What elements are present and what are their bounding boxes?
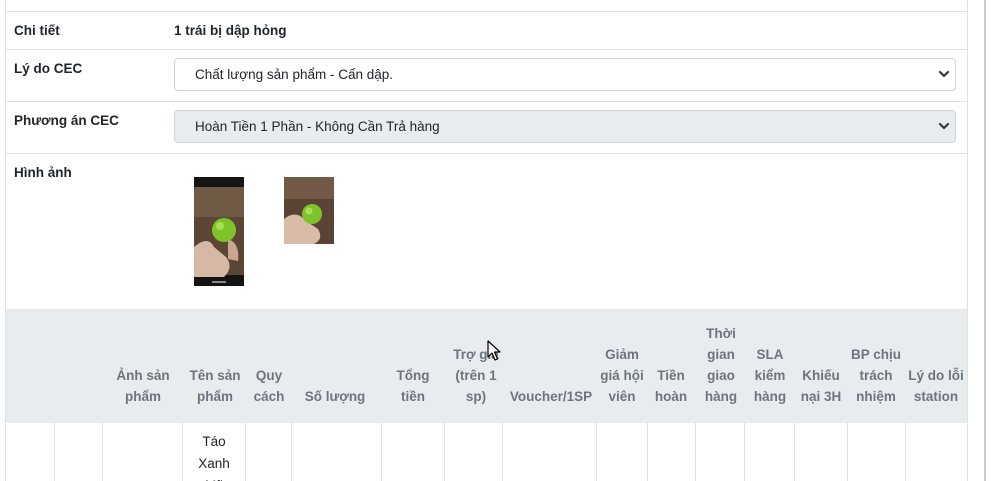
column-divider [847, 423, 848, 481]
col-header-product-name: Tên sản phẩm [189, 368, 241, 404]
reason-label: Lý do CEC [14, 61, 83, 76]
mouse-cursor-icon [487, 340, 501, 361]
column-divider [291, 423, 292, 481]
detail-label: Chi tiết [14, 23, 60, 38]
product-photo-1[interactable] [194, 177, 244, 286]
col-header-voucher: Voucher/1SP [509, 389, 593, 404]
col-header-sla-check: SLA kiểm hàng [753, 347, 787, 404]
page-scrollbar[interactable] [984, 0, 986, 481]
solution-select[interactable]: Hoàn Tiền 1 Phần - Không Cần Trả hàng [174, 110, 956, 143]
photo-apple-image [284, 177, 334, 244]
solution-row: Phương án CEC Hoàn Tiền 1 Phần - Không C… [6, 101, 967, 154]
photo-apple-image [194, 177, 244, 286]
column-divider [695, 423, 696, 481]
images-row: Hình ảnh [6, 153, 967, 309]
table-row-product-name: Táo Xanh Mỹ [198, 434, 230, 481]
reason-row: Lý do CEC Chất lượng sản phẩm - Cấn dập. [6, 49, 967, 102]
solution-select-value: Hoàn Tiền 1 Phần - Không Cần Trả hàng [195, 119, 440, 134]
col-header-refund: Tiền hoàn [654, 368, 688, 404]
products-table-header: Ảnh sản phẩm Tên sản phẩm Quy cách Số lư… [6, 309, 967, 423]
col-header-product-image: Ảnh sản phẩm [116, 368, 170, 404]
col-header-spec: Quy cách [253, 368, 285, 404]
col-header-total: Tổng tiền [396, 368, 430, 404]
images-label: Hình ảnh [14, 165, 72, 180]
reason-select[interactable]: Chất lượng sản phẩm - Cấn dập. [174, 58, 956, 91]
cec-detail-panel: Chi tiết 1 trái bị dập hỏng Lý do CEC Ch… [5, 0, 968, 481]
col-header-complaint-3h: Khiếu nại 3H [800, 368, 842, 404]
detail-value: 1 trái bị dập hỏng [174, 23, 287, 38]
col-header-quantity: Số lượng [304, 389, 366, 404]
column-divider [54, 423, 55, 481]
column-divider [744, 423, 745, 481]
chevron-down-icon [938, 122, 950, 130]
column-divider [647, 423, 648, 481]
detail-row: Chi tiết 1 trái bị dập hỏng [6, 11, 967, 50]
product-photo-2[interactable] [284, 177, 334, 244]
reason-select-value: Chất lượng sản phẩm - Cấn dập. [195, 67, 393, 82]
column-divider [245, 423, 246, 481]
column-divider [596, 423, 597, 481]
solution-label: Phương án CEC [14, 113, 119, 128]
col-header-station-error: Lý do lỗi station [908, 368, 964, 404]
col-header-delivery-time: Thời gian giao hàng [704, 326, 738, 404]
column-divider [794, 423, 795, 481]
column-divider [182, 423, 183, 481]
column-divider [102, 423, 103, 481]
col-header-member-discount: Giảm giá hội viên [600, 347, 644, 404]
column-divider [502, 423, 503, 481]
column-divider [381, 423, 382, 481]
column-divider [444, 423, 445, 481]
column-divider [905, 423, 906, 481]
col-header-responsible-dept: BP chịu trách nhiệm [850, 347, 901, 404]
chevron-down-icon [938, 70, 950, 78]
